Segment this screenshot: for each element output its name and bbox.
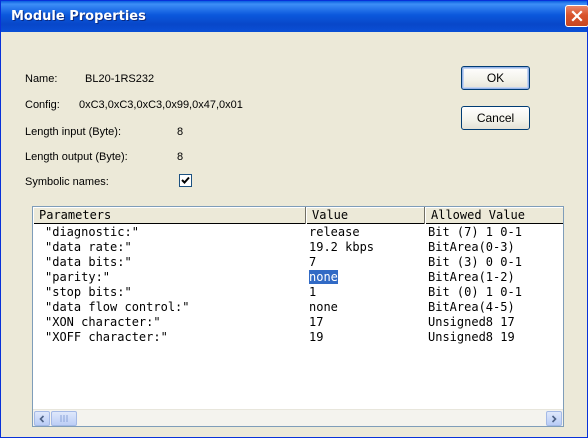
allowed-cell: BitArea(4-5) [428,300,515,314]
ok-button[interactable]: OK [461,66,530,90]
allowed-cell: Unsigned8 19 [428,330,515,344]
param-cell: "XON character:" [45,315,161,329]
scroll-thumb[interactable] [51,411,77,426]
grid-header: Parameters Value Allowed Value [33,207,563,224]
cancel-button[interactable]: Cancel [461,106,530,130]
value-cell-selected[interactable]: none [309,270,425,285]
allowed-cell: BitArea(0-3) [428,240,515,254]
name-label: Name: [25,73,58,85]
symbolic-names-label: Symbolic names: [25,176,109,188]
param-cell: "stop bits:" [45,285,132,299]
grip-icon [60,415,68,422]
column-header-allowed-value[interactable]: Allowed Value [425,207,563,224]
length-input-label: Length input (Byte): [25,126,122,138]
config-value: 0xC3,0xC3,0xC3,0x99,0x47,0x01 [79,99,243,111]
value-cell[interactable]: 19.2 kbps [309,240,425,255]
value-cell[interactable]: none [309,300,425,315]
parameters-grid[interactable]: Parameters Value Allowed Value "diagnost… [32,206,564,427]
table-row[interactable]: "XON character:" 17 Unsigned8 17 [33,315,563,330]
table-row[interactable]: "data rate:" 19.2 kbps BitArea(0-3) [33,240,563,255]
column-header-value[interactable]: Value [306,207,425,224]
close-button[interactable] [565,5,588,27]
close-icon [571,10,583,22]
allowed-cell: BitArea(1-2) [428,270,515,284]
table-row[interactable]: "stop bits:" 1 Bit (0) 1 0-1 [33,285,563,300]
scroll-right-button[interactable] [546,411,562,426]
value-cell[interactable]: 17 [309,315,425,330]
table-row[interactable]: "parity:" none BitArea(1-2) [33,270,563,285]
window-title: Module Properties [11,9,146,24]
selected-value[interactable]: none [309,270,338,284]
table-row[interactable]: "data bits:" 7 Bit (3) 0 0-1 [33,255,563,270]
allowed-cell: Bit (0) 1 0-1 [428,285,522,299]
grid-rows: "diagnostic:" release Bit (7) 1 0-1 "dat… [33,225,563,345]
length-input-value: 8 [177,126,184,138]
module-properties-dialog: Module Properties Name: BL20-1RS232 Conf… [0,0,588,438]
checkmark-icon [181,176,190,184]
allowed-cell: Bit (7) 1 0-1 [428,225,522,239]
length-output-label: Length output (Byte): [25,151,128,163]
param-cell: "data bits:" [45,255,132,269]
table-row[interactable]: "XOFF character:" 19 Unsigned8 19 [33,330,563,345]
arrow-right-icon [551,414,557,423]
param-cell: "data rate:" [45,240,132,254]
title-bar[interactable]: Module Properties [1,1,588,32]
length-output-value: 8 [177,151,184,163]
symbolic-names-checkbox[interactable] [179,174,192,187]
name-value: BL20-1RS232 [85,73,155,85]
allowed-cell: Unsigned8 17 [428,315,515,329]
arrow-left-icon [39,414,45,423]
allowed-cell: Bit (3) 0 0-1 [428,255,522,269]
column-header-parameters[interactable]: Parameters [33,207,306,224]
value-cell[interactable]: 1 [309,285,425,300]
param-cell: "XOFF character:" [45,330,168,344]
table-row[interactable]: "data flow control:" none BitArea(4-5) [33,300,563,315]
param-cell: "parity:" [45,270,111,284]
param-cell: "data flow control:" [45,300,190,314]
value-cell[interactable]: 19 [309,330,425,345]
horizontal-scrollbar[interactable] [33,409,563,426]
scroll-left-button[interactable] [34,411,50,426]
value-cell[interactable]: 7 [309,255,425,270]
param-cell: "diagnostic:" [45,225,139,239]
value-cell[interactable]: release [309,225,425,240]
table-row[interactable]: "diagnostic:" release Bit (7) 1 0-1 [33,225,563,240]
config-label: Config: [25,99,60,111]
